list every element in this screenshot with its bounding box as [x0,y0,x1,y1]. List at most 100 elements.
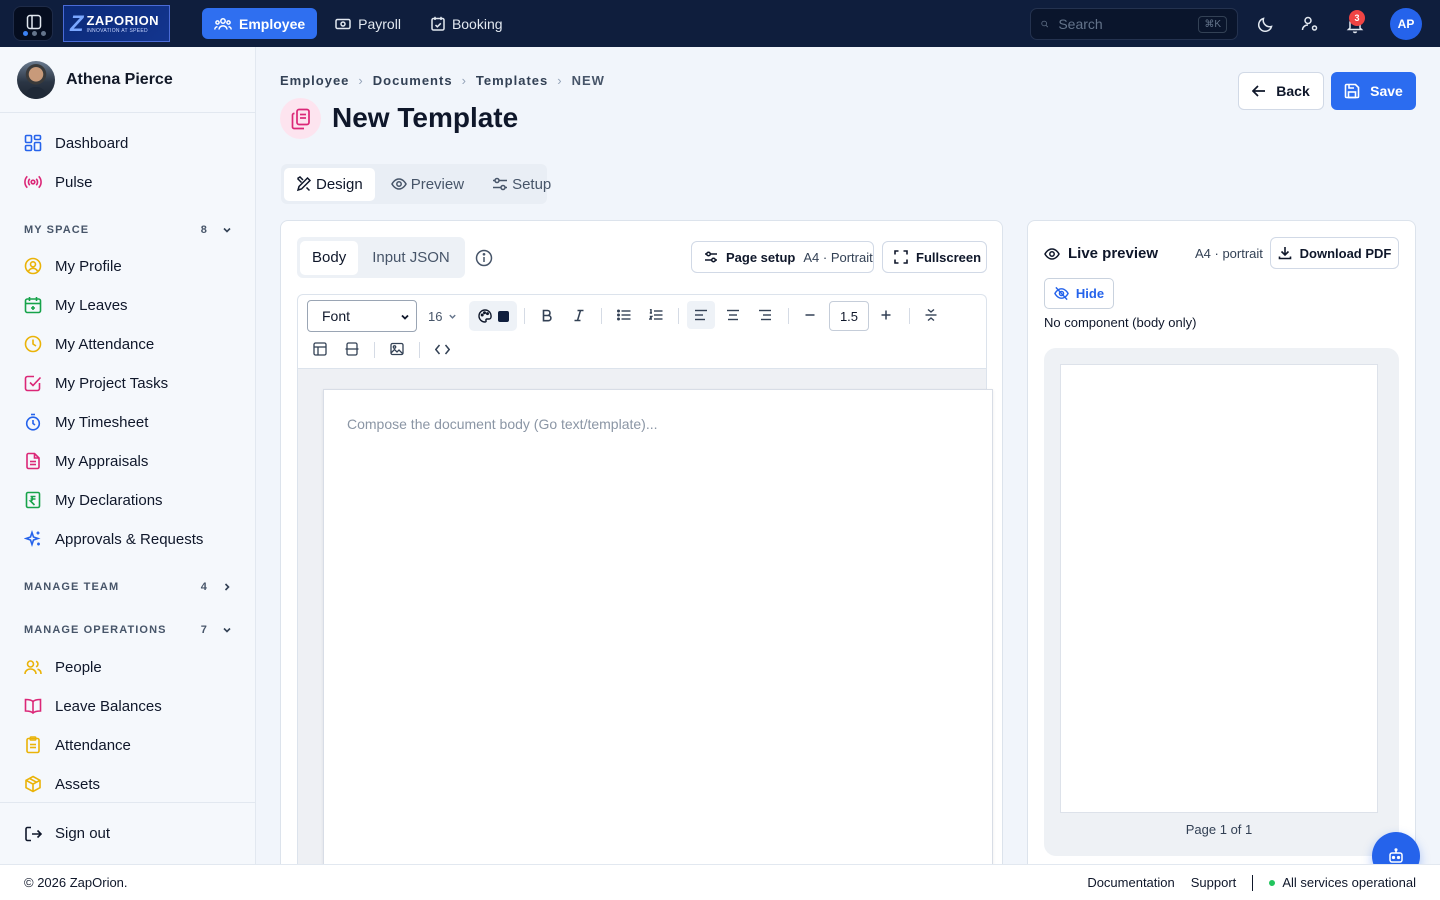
plus-icon [881,310,891,320]
eye-icon [1044,247,1060,260]
broadcast-icon [24,175,42,189]
breadcrumb-documents[interactable]: Documents [373,73,453,88]
sidebar-item-my-declarations[interactable]: My Declarations [16,483,240,517]
sidebar-item-approvals-requests[interactable]: Approvals & Requests [16,522,240,556]
sidebar-item-label: People [55,658,102,676]
download-pdf-button[interactable]: Download PDF [1270,237,1399,269]
sidebar-user[interactable]: Athena Pierce [0,47,255,113]
breadcrumb-templates[interactable]: Templates [476,73,548,88]
footer-copyright: © 2026 ZapOrion. [24,875,128,890]
line-height-increase-button[interactable] [872,301,900,329]
page-setup-value: A4 · Portrait [803,249,873,265]
tab-preview-label: Preview [410,175,465,193]
footer-links: Documentation Support All services opera… [1087,874,1416,891]
moon-icon[interactable] [1256,14,1276,34]
bullet-list-icon [617,309,631,321]
top-navigation: Employee Payroll Booking [202,8,515,39]
fullscreen-button[interactable]: Fullscreen [882,241,987,273]
rupee-receipt-icon [25,491,41,509]
subtab-input-json[interactable]: Input JSON [360,241,462,275]
sidebar-item-my-appraisals[interactable]: My Appraisals [16,444,240,478]
sidebar-item-assets[interactable]: Assets [16,767,240,801]
team-icon [214,17,232,30]
nav-employee[interactable]: Employee [202,8,318,39]
nav-payroll[interactable]: Payroll [323,8,413,39]
section-my-space[interactable]: MY SPACE 8 [24,224,232,236]
line-height-decrease-button[interactable] [796,301,824,329]
document-body-placeholder[interactable]: Compose the document body (Go text/templ… [347,416,658,432]
sliders-icon [493,177,508,191]
section-label: MANAGE TEAM [24,581,120,593]
breadcrumb-employee[interactable]: Employee [280,73,349,88]
back-button[interactable]: Back [1238,72,1324,110]
insert-table-button[interactable] [306,335,334,363]
section-label: MANAGE OPERATIONS [24,624,167,636]
nav-booking[interactable]: Booking [419,8,515,39]
font-size-select[interactable]: 16 [428,300,457,332]
insert-section-button[interactable] [338,335,366,363]
document-page[interactable]: Compose the document body (Go text/templ… [323,389,993,879]
breadcrumb-separator-icon: › [358,73,364,88]
sidebar-item-my-timesheet[interactable]: My Timesheet [16,405,240,439]
logo-name: ZAPORION [86,13,160,28]
user-avatar[interactable]: AP [1390,8,1422,40]
sidebar-item-label: My Profile [55,257,122,275]
page-break-button[interactable] [917,301,945,329]
global-search[interactable]: ⌘K [1030,8,1238,40]
sidebar-item-my-profile[interactable]: My Profile [16,249,240,283]
numbered-list-button[interactable] [642,301,670,329]
line-height-input[interactable]: 1.5 [829,301,869,331]
sidebar-item-attendance[interactable]: Attendance [16,728,240,762]
tab-preview[interactable]: Preview [379,168,476,201]
save-icon [1344,83,1360,99]
sidebar-toggle-button[interactable] [13,6,53,41]
align-left-button[interactable] [687,301,715,329]
sidebar-item-my-project-tasks[interactable]: My Project Tasks [16,366,240,400]
text-color-button[interactable] [469,301,517,331]
sidebar-item-leave-balances[interactable]: Leave Balances [16,689,240,723]
font-select[interactable]: Font [307,300,417,332]
design-icon [296,176,312,192]
table-icon [313,342,327,356]
insert-image-button[interactable] [383,335,411,363]
save-button[interactable]: Save [1331,72,1416,110]
bullet-list-button[interactable] [610,301,638,329]
search-input[interactable] [1058,16,1189,32]
editor-card: Body Input JSON Page setup A4 · Portrait… [280,220,1003,880]
info-icon[interactable] [475,249,493,267]
tab-setup[interactable]: Setup [480,168,563,201]
subtab-body[interactable]: Body [300,240,359,275]
document-icon [26,452,40,470]
sidebar-item-people[interactable]: People [16,650,240,684]
footer-documentation-link[interactable]: Documentation [1087,875,1174,890]
sparkle-icon [24,530,41,548]
sign-out-button[interactable]: Sign out [0,802,255,864]
sidebar-item-my-leaves[interactable]: My Leaves [16,288,240,322]
hide-preview-button[interactable]: Hide [1044,278,1114,309]
align-center-button[interactable] [719,301,747,329]
sidebar-item-my-attendance[interactable]: My Attendance [16,327,240,361]
sidebar-item-pulse[interactable]: Pulse [16,165,240,199]
numbered-list-icon [649,309,663,320]
italic-button[interactable] [565,301,593,329]
sidebar-item-label: My Appraisals [55,452,149,470]
template-icon [280,98,321,139]
bold-button[interactable] [533,301,561,329]
preview-component-note: No component (body only) [1044,315,1197,330]
app-logo[interactable]: Z ZAPORION INNOVATION AT SPEED [63,5,170,42]
search-shortcut: ⌘K [1198,15,1227,33]
tab-design[interactable]: Design [284,167,375,201]
footer-status[interactable]: All services operational [1282,875,1416,890]
align-right-button[interactable] [751,301,779,329]
sidebar-item-dashboard[interactable]: Dashboard [16,126,240,160]
code-view-button[interactable] [428,335,456,363]
code-icon [434,344,450,354]
footer-support-link[interactable]: Support [1191,875,1237,890]
section-manage-team[interactable]: MANAGE TEAM 4 [24,581,232,593]
page-setup-button[interactable]: Page setup A4 · Portrait [691,241,874,273]
sidebar-item-label: Dashboard [55,134,129,152]
section-manage-operations[interactable]: MANAGE OPERATIONS 7 [24,624,232,636]
view-tabs: Design Preview Setup [281,164,551,204]
user-settings-icon[interactable] [1300,14,1320,34]
preview-page-size: A4 · portrait [1195,246,1263,261]
